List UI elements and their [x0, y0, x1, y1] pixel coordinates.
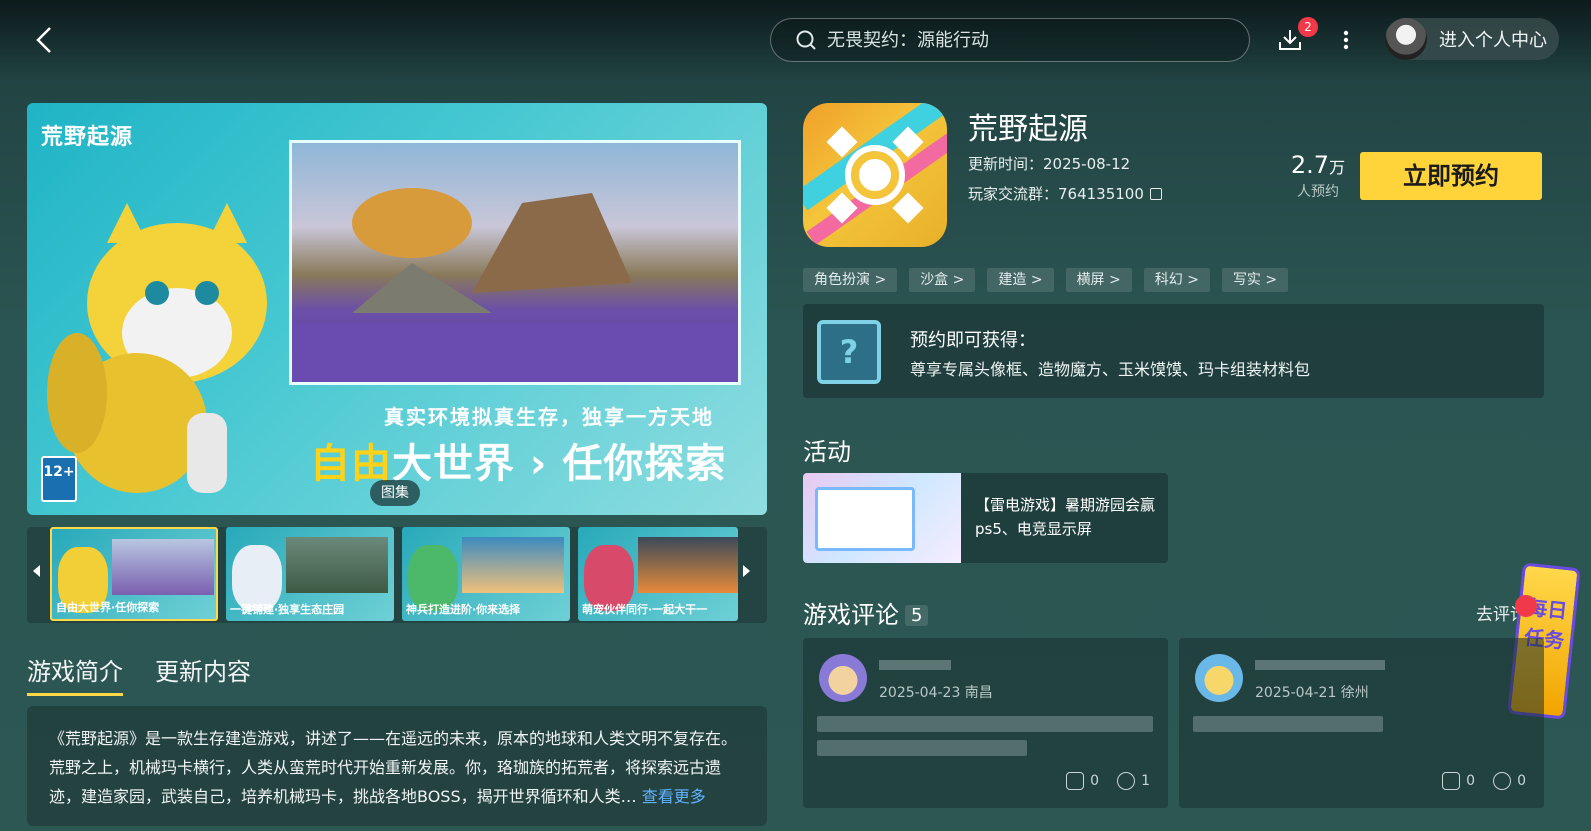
thumbnail-item[interactable]: 神兵打造进阶·你来选择: [402, 527, 570, 621]
search-icon: [796, 30, 816, 50]
like-icon[interactable]: [1066, 772, 1085, 790]
tag-item[interactable]: 横屏 >: [1065, 268, 1132, 292]
user-center-button[interactable]: 进入个人中心: [1385, 18, 1559, 60]
copy-icon[interactable]: [1149, 188, 1162, 200]
thumbnail-item[interactable]: 萌宠伙伴同行·一起大干一: [578, 527, 738, 621]
gallery-button[interactable]: 图集: [370, 480, 420, 506]
thumbnail-prev-arrow-icon[interactable]: [33, 565, 40, 577]
tag-list: 角色扮演 > 沙盒 > 建造 > 横屏 > 科幻 > 写实 >: [803, 268, 1300, 292]
thumbnail-strip: 自由大世界·任你探索 一键铺建·独享生态庄园 神兵打造进阶·你来选择 萌宠伙伴同…: [27, 527, 767, 623]
activity-text: 【雷电游戏】暑期游园会赢ps5、电竞显示屏: [975, 496, 1156, 538]
reward-items: 尊享专属头像框、造物魔方、玉米馍馍、玛卡组装材料包: [910, 360, 1311, 379]
tag-item[interactable]: 角色扮演 >: [803, 268, 898, 292]
thumbnail-item[interactable]: 自由大世界·任你探索: [50, 527, 218, 621]
review-username: [1255, 660, 1385, 670]
scene-image: [289, 140, 741, 385]
review-count: 5: [905, 605, 929, 626]
comment-icon[interactable]: [1117, 772, 1136, 790]
comment-icon[interactable]: [1493, 772, 1512, 790]
avatar: [819, 654, 867, 702]
thumbnail-next-arrow-icon[interactable]: [743, 565, 750, 577]
search-bar[interactable]: [770, 18, 1250, 62]
banner-logo: 荒野起源: [41, 125, 134, 150]
avatar: [1195, 654, 1243, 702]
intro-text: 《荒野起源》是一款生存建造游戏，讲述了——在遥远的未来，原本的地球和人类文明不复…: [49, 729, 738, 806]
like-count: 0: [1466, 773, 1476, 789]
activity-card[interactable]: 【雷电游戏】暑期游园会赢ps5、电竞显示屏: [803, 473, 1168, 563]
tab-updates[interactable]: 更新内容: [155, 652, 251, 696]
download-count-badge: 2: [1298, 17, 1318, 37]
comment-count: 0: [1517, 773, 1526, 789]
review-actions: 0 0: [1442, 772, 1526, 790]
review-actions: 0 1: [1066, 772, 1150, 790]
reserve-reward-card: ? 预约即可获得： 尊享专属头像框、造物魔方、玉米馍馍、玛卡组装材料包: [803, 304, 1544, 398]
banner-tagline: 真实环境拟真生存，独享一方天地: [384, 405, 714, 429]
reserve-button[interactable]: 立即预约: [1360, 152, 1542, 200]
reward-title: 预约即可获得：: [910, 330, 1036, 351]
mascot-illustration: [47, 203, 267, 493]
tag-item[interactable]: 沙盒 >: [909, 268, 976, 292]
user-center-label: 进入个人中心: [1439, 30, 1547, 51]
game-app-icon: [803, 103, 947, 247]
more-options-icon[interactable]: [1336, 26, 1356, 54]
review-date: 2025-04-23 南昌: [879, 685, 993, 701]
comment-count: 1: [1141, 773, 1150, 789]
hero-banner[interactable]: 荒野起源 真实环境拟真生存，独享一方天地 自由大世界 › 任你探索 12+: [27, 103, 767, 515]
activity-section-title: 活动: [803, 438, 851, 466]
back-arrow-icon[interactable]: [30, 24, 58, 56]
read-more-link[interactable]: 查看更多: [642, 787, 706, 806]
tab-bar: 游戏简介 更新内容: [27, 652, 283, 696]
review-username: [879, 660, 951, 670]
game-title: 荒野起源: [968, 112, 1088, 147]
review-date: 2025-04-21 徐州: [1255, 685, 1369, 701]
mystery-box-icon: ?: [817, 320, 881, 384]
update-time: 更新时间：2025-08-12: [968, 155, 1131, 173]
like-count: 0: [1090, 773, 1100, 789]
reviews-section-title: 游戏评论 5: [803, 595, 929, 630]
tab-intro[interactable]: 游戏简介: [27, 652, 123, 696]
thumbnail-item[interactable]: 一键铺建·独享生态庄园: [226, 527, 394, 621]
age-rating-badge: 12+: [41, 456, 77, 502]
search-input[interactable]: [827, 29, 1207, 51]
tag-item[interactable]: 建造 >: [987, 268, 1054, 292]
activity-image: [803, 473, 961, 563]
reserve-count: 2.7万 人预约: [1290, 151, 1346, 200]
banner-headline: 自由大世界 › 任你探索: [310, 441, 727, 487]
like-icon[interactable]: [1442, 772, 1461, 790]
tag-item[interactable]: 科幻 >: [1143, 268, 1210, 292]
player-group: 玩家交流群：764135100: [968, 183, 1162, 204]
game-intro: 《荒野起源》是一款生存建造游戏，讲述了——在遥远的未来，原本的地球和人类文明不复…: [27, 706, 767, 826]
review-card[interactable]: 2025-04-21 徐州 0 0: [1179, 638, 1544, 808]
review-card[interactable]: 2025-04-23 南昌 0 1: [803, 638, 1168, 808]
tag-item[interactable]: 写实 >: [1221, 268, 1289, 292]
notification-dot: [1515, 595, 1537, 617]
avatar: [1385, 18, 1427, 60]
